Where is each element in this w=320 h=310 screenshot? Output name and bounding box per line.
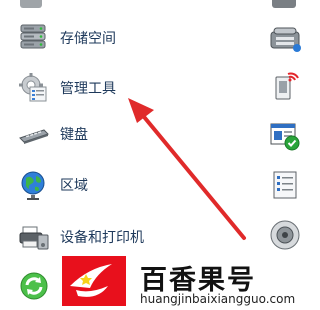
- clipped-top-icon-left: [20, 0, 42, 8]
- item-sync-center[interactable]: [18, 266, 58, 306]
- item-label-keyboard: 键盘: [60, 127, 88, 143]
- item-region[interactable]: 区域: [18, 165, 208, 205]
- item-label-storage-spaces: 存储空间: [60, 31, 116, 47]
- item-administrative-tools[interactable]: 管理工具: [18, 68, 208, 108]
- brand-logo: [62, 256, 126, 306]
- region-globe-icon: [18, 169, 50, 201]
- security-check-icon[interactable]: [268, 118, 302, 152]
- item-label-region: 区域: [60, 178, 88, 194]
- keyboard-icon: [18, 118, 50, 150]
- brand-url: huangjinbaixiangguo.com: [140, 292, 296, 306]
- item-devices-and-printers[interactable]: 设备和打印机: [18, 217, 208, 257]
- speaker-icon[interactable]: [268, 218, 302, 252]
- devices-printers-icon: [18, 221, 50, 253]
- phone-modem-icon[interactable]: [268, 20, 302, 54]
- watermark-banner: 百香果号 huangjinbaixiangguo.com: [62, 256, 310, 310]
- checklist-icon[interactable]: [268, 168, 302, 202]
- item-label-devices-and-printers: 设备和打印机: [60, 230, 144, 246]
- clipped-top-icon-right: [272, 0, 296, 8]
- administrative-tools-icon: [18, 72, 50, 104]
- storage-drives-icon: [18, 22, 50, 54]
- wifi-device-icon[interactable]: [268, 68, 302, 102]
- item-storage-spaces[interactable]: 存储空间: [18, 18, 208, 58]
- sync-center-icon: [18, 270, 50, 302]
- item-label-administrative-tools: 管理工具: [60, 81, 116, 97]
- item-keyboard[interactable]: 键盘: [18, 114, 208, 154]
